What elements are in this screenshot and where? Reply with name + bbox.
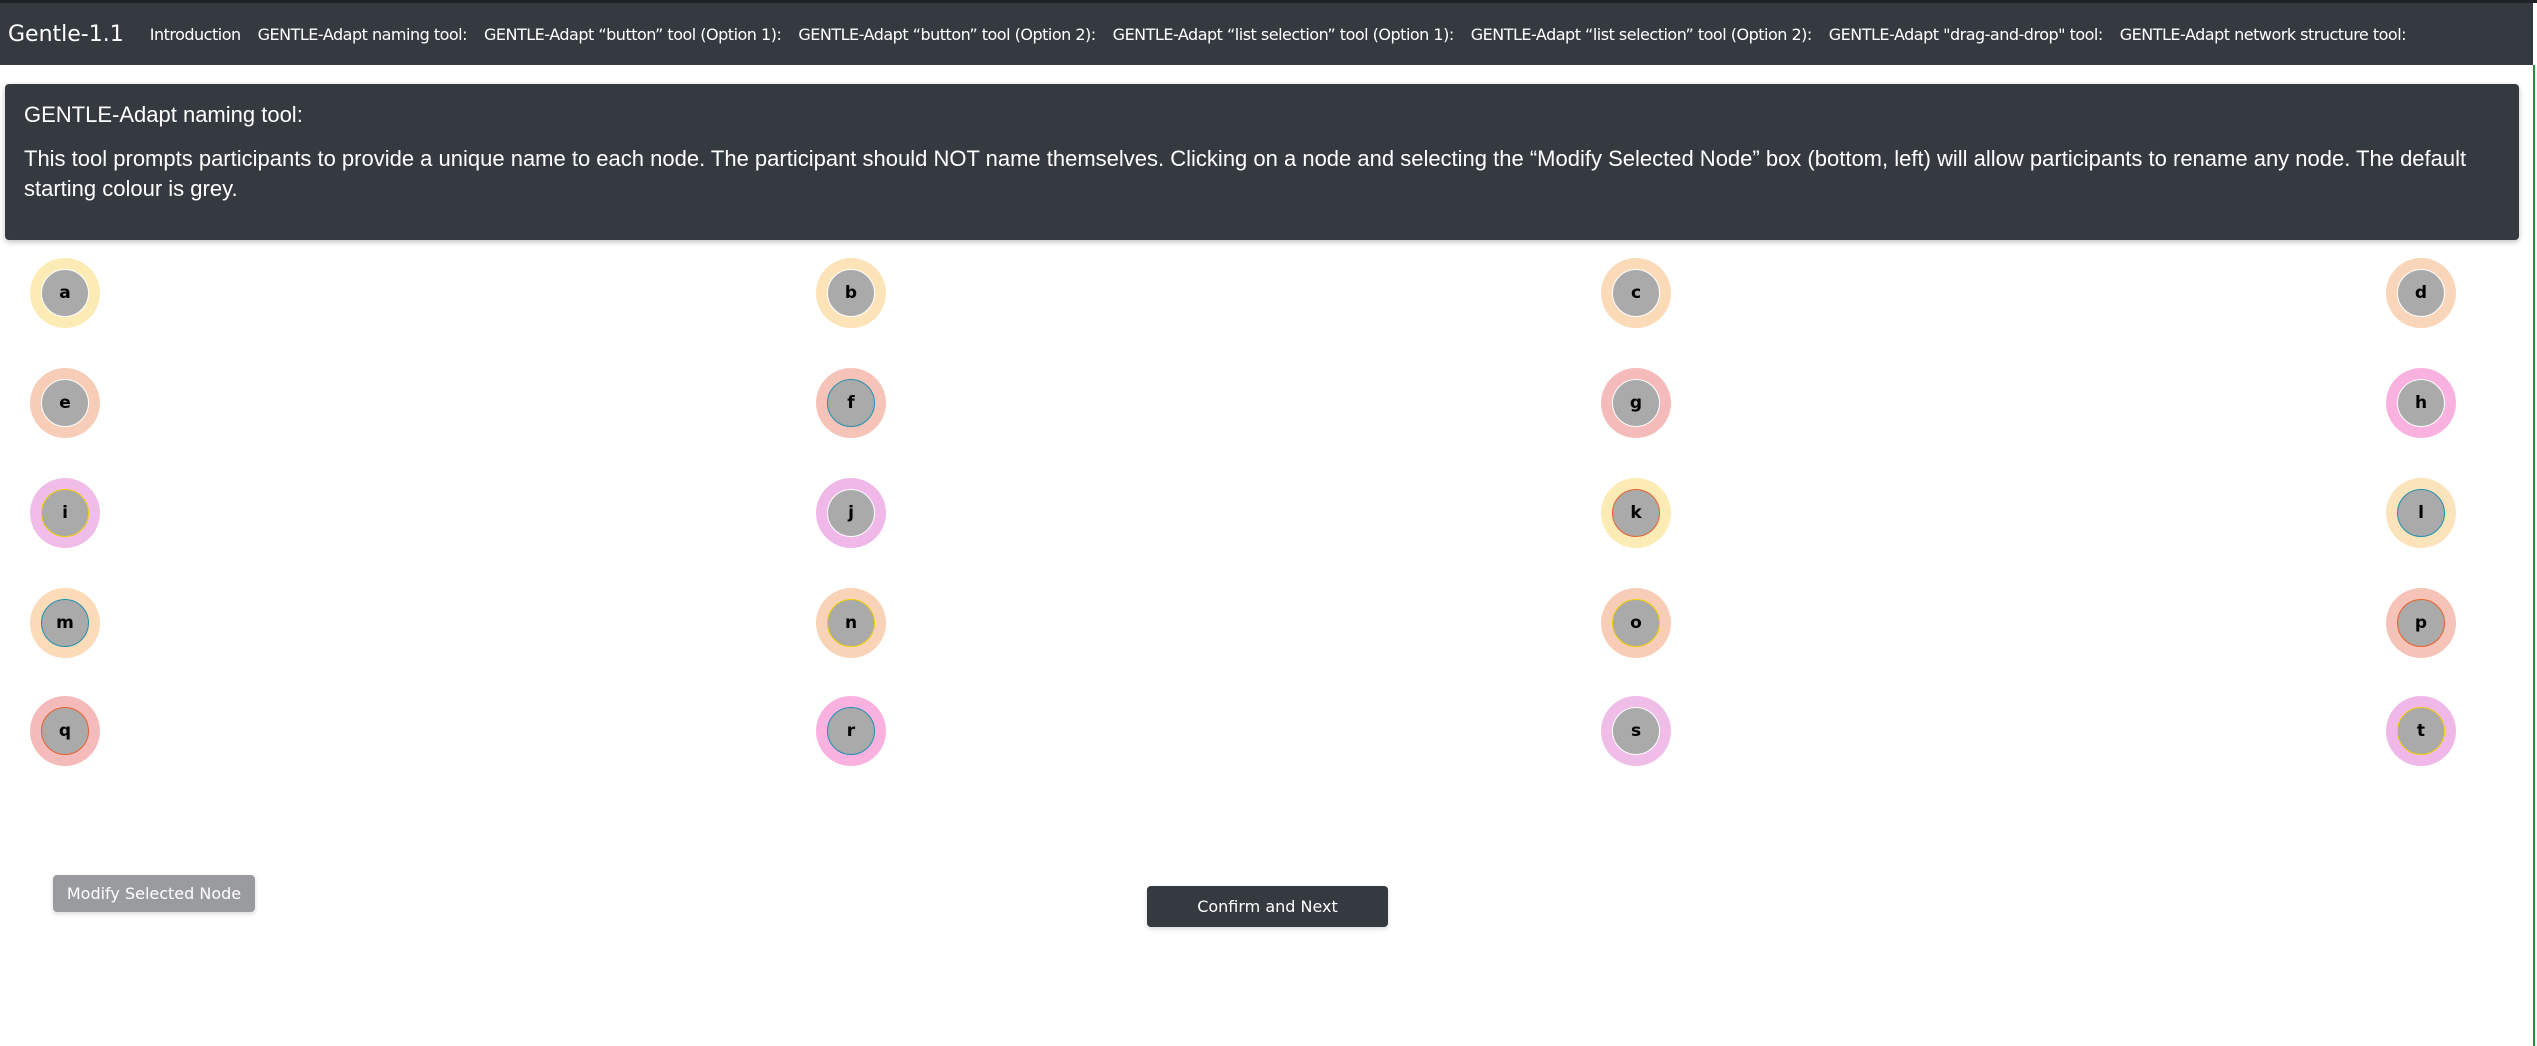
- modify-selected-node-button[interactable]: Modify Selected Node: [53, 875, 255, 912]
- card-title: GENTLE-Adapt naming tool:: [24, 102, 303, 127]
- node-e[interactable]: e: [30, 368, 100, 438]
- node-a[interactable]: a: [30, 258, 100, 328]
- node-label: o: [1612, 599, 1660, 647]
- node-label: e: [41, 379, 89, 427]
- node-c[interactable]: c: [1601, 258, 1671, 328]
- node-h[interactable]: h: [2386, 368, 2456, 438]
- node-label: t: [2397, 707, 2445, 755]
- node-label: p: [2397, 599, 2445, 647]
- node-label: c: [1612, 269, 1660, 317]
- node-label: r: [827, 707, 875, 755]
- node-label: j: [827, 489, 875, 537]
- brand-link[interactable]: Gentle-1.1: [8, 22, 124, 47]
- node-label: s: [1612, 707, 1660, 755]
- nav-link-introduction[interactable]: Introduction: [150, 25, 241, 44]
- nav-link-button-tool-2[interactable]: GENTLE-Adapt “button” tool (Option 2):: [798, 25, 1096, 44]
- nav-link-network-structure[interactable]: GENTLE-Adapt network structure tool:: [2120, 25, 2407, 44]
- nav-link-button-tool-1[interactable]: GENTLE-Adapt “button” tool (Option 1):: [484, 25, 782, 44]
- node-g[interactable]: g: [1601, 368, 1671, 438]
- nav-link-naming-tool[interactable]: GENTLE-Adapt naming tool:: [258, 25, 468, 44]
- node-q[interactable]: q: [30, 696, 100, 766]
- node-j[interactable]: j: [816, 478, 886, 548]
- node-label: n: [827, 599, 875, 647]
- node-f[interactable]: f: [816, 368, 886, 438]
- node-p[interactable]: p: [2386, 588, 2456, 658]
- node-label: l: [2397, 489, 2445, 537]
- node-label: q: [41, 707, 89, 755]
- node-label: k: [1612, 489, 1660, 537]
- node-label: m: [41, 599, 89, 647]
- nav-link-list-selection-1[interactable]: GENTLE-Adapt “list selection” tool (Opti…: [1113, 25, 1455, 44]
- node-o[interactable]: o: [1601, 588, 1671, 658]
- node-n[interactable]: n: [816, 588, 886, 658]
- node-b[interactable]: b: [816, 258, 886, 328]
- node-label: a: [41, 269, 89, 317]
- node-label: g: [1612, 379, 1660, 427]
- node-label: b: [827, 269, 875, 317]
- nav-link-drag-and-drop[interactable]: GENTLE-Adapt "drag-and-drop" tool:: [1829, 25, 2104, 44]
- node-s[interactable]: s: [1601, 696, 1671, 766]
- window-right-edge: [2533, 65, 2535, 1046]
- node-m[interactable]: m: [30, 588, 100, 658]
- confirm-and-next-button[interactable]: Confirm and Next: [1147, 886, 1388, 927]
- navbar: Gentle-1.1 Introduction GENTLE-Adapt nam…: [0, 3, 2533, 65]
- node-label: h: [2397, 379, 2445, 427]
- node-l[interactable]: l: [2386, 478, 2456, 548]
- node-t[interactable]: t: [2386, 696, 2456, 766]
- instructions-card: GENTLE-Adapt naming tool: This tool prom…: [5, 84, 2519, 240]
- node-k[interactable]: k: [1601, 478, 1671, 548]
- nav-link-list-selection-2[interactable]: GENTLE-Adapt “list selection” tool (Opti…: [1471, 25, 1813, 44]
- node-label: f: [827, 379, 875, 427]
- node-r[interactable]: r: [816, 696, 886, 766]
- node-label: d: [2397, 269, 2445, 317]
- node-label: i: [41, 489, 89, 537]
- card-body: This tool prompts participants to provid…: [24, 146, 2467, 201]
- node-i[interactable]: i: [30, 478, 100, 548]
- node-d[interactable]: d: [2386, 258, 2456, 328]
